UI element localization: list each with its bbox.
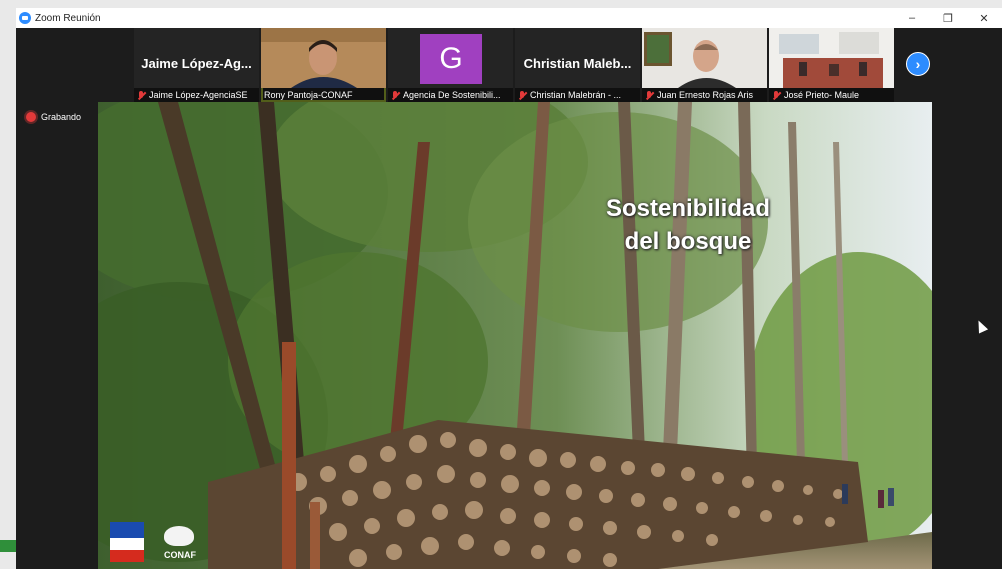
zoom-meeting-window: Zoom Reunión – ❐ ✕ Jaime López-Ag... Jai… xyxy=(16,8,1002,569)
participant-display-name: Christian Maleb... xyxy=(523,56,632,71)
mic-muted-icon xyxy=(772,90,780,100)
mic-muted-icon xyxy=(137,90,145,100)
recording-indicator[interactable]: Grabando xyxy=(26,112,81,122)
gobierno-de-chile-logo xyxy=(110,522,144,562)
participant-name: Jaime López-AgenciaSE xyxy=(149,90,248,100)
participant-tile[interactable]: Jaime López-Ag... Jaime López-AgenciaSE xyxy=(134,28,259,102)
participant-name: Rony Pantoja-CONAF xyxy=(264,90,353,100)
mic-muted-icon xyxy=(518,90,526,100)
participant-video xyxy=(769,28,894,88)
record-icon xyxy=(26,112,36,122)
title-bar: Zoom Reunión – ❐ ✕ xyxy=(16,8,1002,28)
slide-background-image xyxy=(98,102,932,569)
mic-muted-icon xyxy=(391,90,399,100)
conaf-logo-text: CONAF xyxy=(164,550,196,560)
participant-label: José Prieto- Maule xyxy=(769,88,894,102)
participant-strip: Jaime López-Ag... Jaime López-AgenciaSE … xyxy=(134,28,894,104)
participant-video xyxy=(261,28,386,88)
window-title: Zoom Reunión xyxy=(35,12,101,24)
conaf-logo: CONAF xyxy=(158,526,202,560)
chevron-right-icon: › xyxy=(915,56,921,72)
participant-tile[interactable]: Christian Maleb... Christian Malebrán - … xyxy=(515,28,640,102)
zoom-logo-icon xyxy=(19,12,31,24)
recording-label: Grabando xyxy=(41,112,82,122)
participant-label: Agencia De Sostenibili... xyxy=(388,88,513,102)
close-icon[interactable]: ✕ xyxy=(966,8,1002,28)
participant-tile[interactable]: José Prieto- Maule xyxy=(769,28,894,102)
participant-label: Juan Ernesto Rojas Aris xyxy=(642,88,767,102)
participant-name: José Prieto- Maule xyxy=(784,90,860,100)
participant-name: Christian Malebrán - ... xyxy=(530,90,622,100)
slide-title-line: del bosque xyxy=(624,228,752,255)
participant-label: Jaime López-AgenciaSE xyxy=(134,88,259,102)
slide-title-line: Sostenibilidad xyxy=(605,195,770,222)
participant-name: Juan Ernesto Rojas Aris xyxy=(657,90,754,100)
participant-tile[interactable]: Juan Ernesto Rojas Aris xyxy=(642,28,767,102)
avatar: G xyxy=(420,34,482,84)
minimize-icon[interactable]: – xyxy=(894,8,930,28)
participant-tile[interactable]: G Agencia De Sostenibili... xyxy=(388,28,513,102)
background-strip xyxy=(0,540,16,552)
participant-tile-active-speaker[interactable]: Rony Pantoja-CONAF xyxy=(261,28,386,102)
next-page-button[interactable]: › xyxy=(906,52,930,76)
participant-video xyxy=(642,28,767,88)
participant-label: Rony Pantoja-CONAF xyxy=(261,88,386,102)
participant-name: Agencia De Sostenibili... xyxy=(403,90,501,100)
slide-title: Sostenibilidad del bosque xyxy=(528,192,848,258)
mic-muted-icon xyxy=(645,90,653,100)
participant-label: Christian Malebrán - ... xyxy=(515,88,640,102)
participant-display-name: Jaime López-Ag... xyxy=(141,56,252,71)
restore-icon[interactable]: ❐ xyxy=(930,8,966,28)
screen-share-view: Sostenibilidad del bosque CONAF xyxy=(98,102,932,569)
